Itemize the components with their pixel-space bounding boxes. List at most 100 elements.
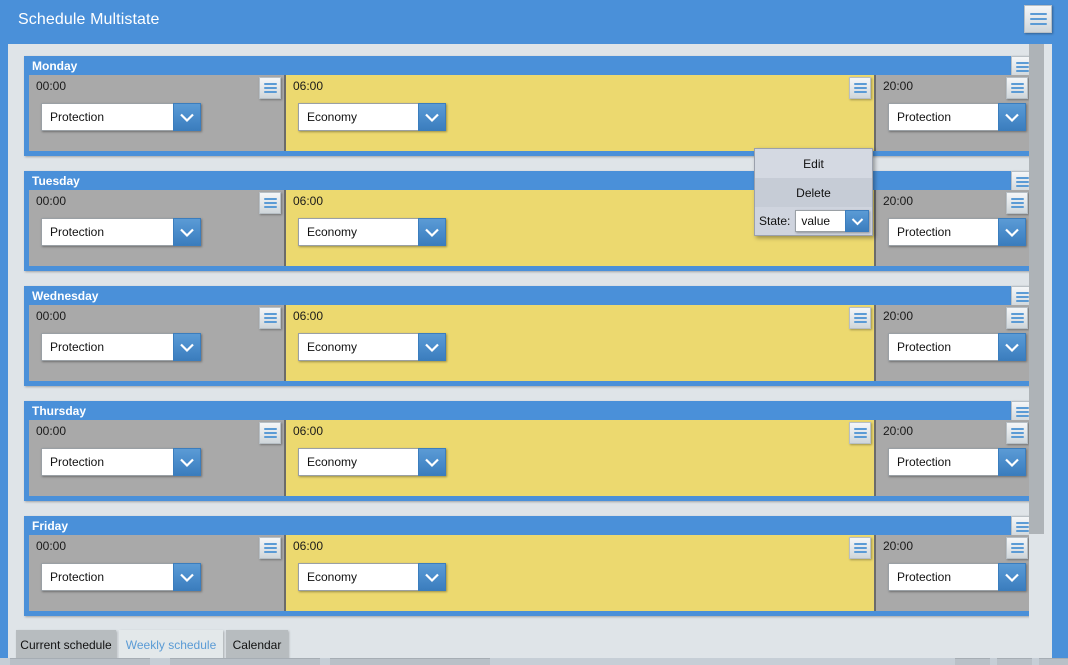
segment-state-select[interactable]: Protection (41, 103, 201, 131)
segment-state-select[interactable]: Protection (888, 563, 1026, 591)
main-menu-hamburger-icon[interactable] (1024, 5, 1052, 33)
segment-menu-hamburger-icon[interactable] (259, 307, 281, 329)
schedule-segment[interactable]: 00:00 Protection (29, 420, 286, 496)
title-bar: Schedule Multistate (8, 0, 1060, 44)
schedule-segment[interactable]: 06:00 Economy (286, 75, 876, 151)
segment-menu-hamburger-icon[interactable] (849, 77, 871, 99)
state-select-value[interactable]: value (795, 210, 846, 232)
segment-state-value[interactable]: Economy (298, 448, 418, 476)
segment-menu-hamburger-icon[interactable] (1006, 192, 1028, 214)
segment-state-select[interactable]: Protection (888, 103, 1026, 131)
segment-state-select[interactable]: Protection (41, 563, 201, 591)
chevron-down-icon[interactable] (418, 448, 446, 476)
segment-state-value[interactable]: Protection (888, 563, 998, 591)
segment-state-value[interactable]: Protection (41, 563, 173, 591)
day-header: Thursday (24, 401, 1036, 423)
schedule-segment[interactable]: 20:00 Protection (876, 190, 1031, 266)
segment-state-select[interactable]: Protection (888, 218, 1026, 246)
schedule-segment[interactable]: 20:00 Protection (876, 420, 1031, 496)
chevron-down-icon[interactable] (173, 563, 201, 591)
segment-menu-hamburger-icon[interactable] (259, 192, 281, 214)
schedule-segment[interactable]: 06:00 Economy (286, 535, 876, 611)
chevron-down-icon[interactable] (418, 563, 446, 591)
segment-state-select[interactable]: Protection (41, 333, 201, 361)
segment-state-select[interactable]: Protection (41, 218, 201, 246)
segment-state-select[interactable]: Economy (298, 563, 446, 591)
chevron-down-icon[interactable] (418, 333, 446, 361)
schedule-segment[interactable]: 20:00 Protection (876, 305, 1031, 381)
segment-menu-hamburger-icon[interactable] (259, 77, 281, 99)
chevron-down-icon[interactable] (998, 103, 1026, 131)
schedule-segment[interactable]: 00:00 Protection (29, 305, 286, 381)
segment-menu-hamburger-icon[interactable] (849, 422, 871, 444)
segment-state-value[interactable]: Protection (41, 218, 173, 246)
segment-state-value[interactable]: Protection (41, 448, 173, 476)
day-segments: 00:00 Protection 06:00 Economy 20:00 Protecti… (29, 190, 1031, 266)
segment-state-value[interactable]: Protection (41, 333, 173, 361)
segment-start-time: 06:00 (293, 539, 324, 553)
segment-start-time: 00:00 (36, 309, 67, 323)
context-menu-delete-item[interactable]: Delete (755, 178, 872, 207)
chevron-down-icon[interactable] (173, 333, 201, 361)
vertical-scrollbar[interactable] (1029, 44, 1044, 624)
day-name: Thursday (32, 404, 87, 418)
chevron-down-icon[interactable] (998, 333, 1026, 361)
segment-state-select[interactable]: Protection (41, 448, 201, 476)
segment-start-time: 20:00 (883, 539, 914, 553)
schedule-segment[interactable]: 20:00 Protection (876, 75, 1031, 151)
segment-state-value[interactable]: Protection (888, 218, 998, 246)
chevron-down-icon[interactable] (173, 448, 201, 476)
schedule-segment[interactable]: 06:00 Economy (286, 420, 876, 496)
page-title: Schedule Multistate (18, 11, 160, 28)
segment-start-time: 06:00 (293, 194, 324, 208)
segment-state-value[interactable]: Protection (41, 103, 173, 131)
schedule-scroll-area: Monday 00:00 Protection 06:00 Economy 20:00 Pr… (8, 44, 1052, 624)
segment-state-value[interactable]: Protection (888, 448, 998, 476)
chevron-down-icon[interactable] (173, 103, 201, 131)
chevron-down-icon[interactable] (998, 563, 1026, 591)
segment-state-value[interactable]: Economy (298, 563, 418, 591)
day-name: Wednesday (32, 289, 99, 303)
segment-menu-hamburger-icon[interactable] (849, 537, 871, 559)
chevron-down-icon[interactable] (998, 448, 1026, 476)
segment-state-select[interactable]: Economy (298, 333, 446, 361)
segment-state-select[interactable]: Protection (888, 333, 1026, 361)
segment-state-value[interactable]: Protection (888, 103, 998, 131)
tab-weekly-schedule[interactable]: Weekly schedule (119, 630, 223, 659)
segment-menu-hamburger-icon[interactable] (1006, 422, 1028, 444)
segment-menu-hamburger-icon[interactable] (259, 537, 281, 559)
segment-menu-hamburger-icon[interactable] (259, 422, 281, 444)
schedule-segment[interactable]: 06:00 Economy (286, 305, 876, 381)
chevron-down-icon[interactable] (418, 218, 446, 246)
chevron-down-icon[interactable] (998, 218, 1026, 246)
schedule-segment[interactable]: 00:00 Protection (29, 190, 286, 266)
segment-state-value[interactable]: Economy (298, 333, 418, 361)
segment-menu-hamburger-icon[interactable] (1006, 537, 1028, 559)
scrollbar-thumb[interactable] (1029, 44, 1044, 534)
segment-state-select[interactable]: Economy (298, 103, 446, 131)
chevron-down-icon[interactable] (845, 210, 870, 232)
day-segments: 00:00 Protection 06:00 Economy 20:00 Protecti… (29, 535, 1031, 611)
context-menu-edit-item[interactable]: Edit (755, 149, 872, 178)
segment-state-select[interactable]: Economy (298, 448, 446, 476)
schedule-segment[interactable]: 00:00 Protection (29, 535, 286, 611)
segment-state-value[interactable]: Protection (888, 333, 998, 361)
segment-menu-hamburger-icon[interactable] (1006, 307, 1028, 329)
segment-state-select[interactable]: Protection (888, 448, 1026, 476)
chevron-down-icon[interactable] (418, 103, 446, 131)
segment-state-value[interactable]: Economy (298, 103, 418, 131)
state-select[interactable]: value (795, 210, 870, 232)
segment-menu-hamburger-icon[interactable] (1006, 77, 1028, 99)
state-label: State: (759, 214, 791, 228)
day-header: Friday (24, 516, 1036, 538)
day-header: Monday (24, 56, 1036, 78)
schedule-segment[interactable]: 20:00 Protection (876, 535, 1031, 611)
segment-start-time: 06:00 (293, 79, 324, 93)
segment-state-value[interactable]: Economy (298, 218, 418, 246)
segment-state-select[interactable]: Economy (298, 218, 446, 246)
schedule-segment[interactable]: 00:00 Protection (29, 75, 286, 151)
chevron-down-icon[interactable] (173, 218, 201, 246)
tab-calendar[interactable]: Calendar (226, 630, 288, 659)
tab-current-schedule[interactable]: Current schedule (16, 630, 116, 659)
segment-menu-hamburger-icon[interactable] (849, 307, 871, 329)
